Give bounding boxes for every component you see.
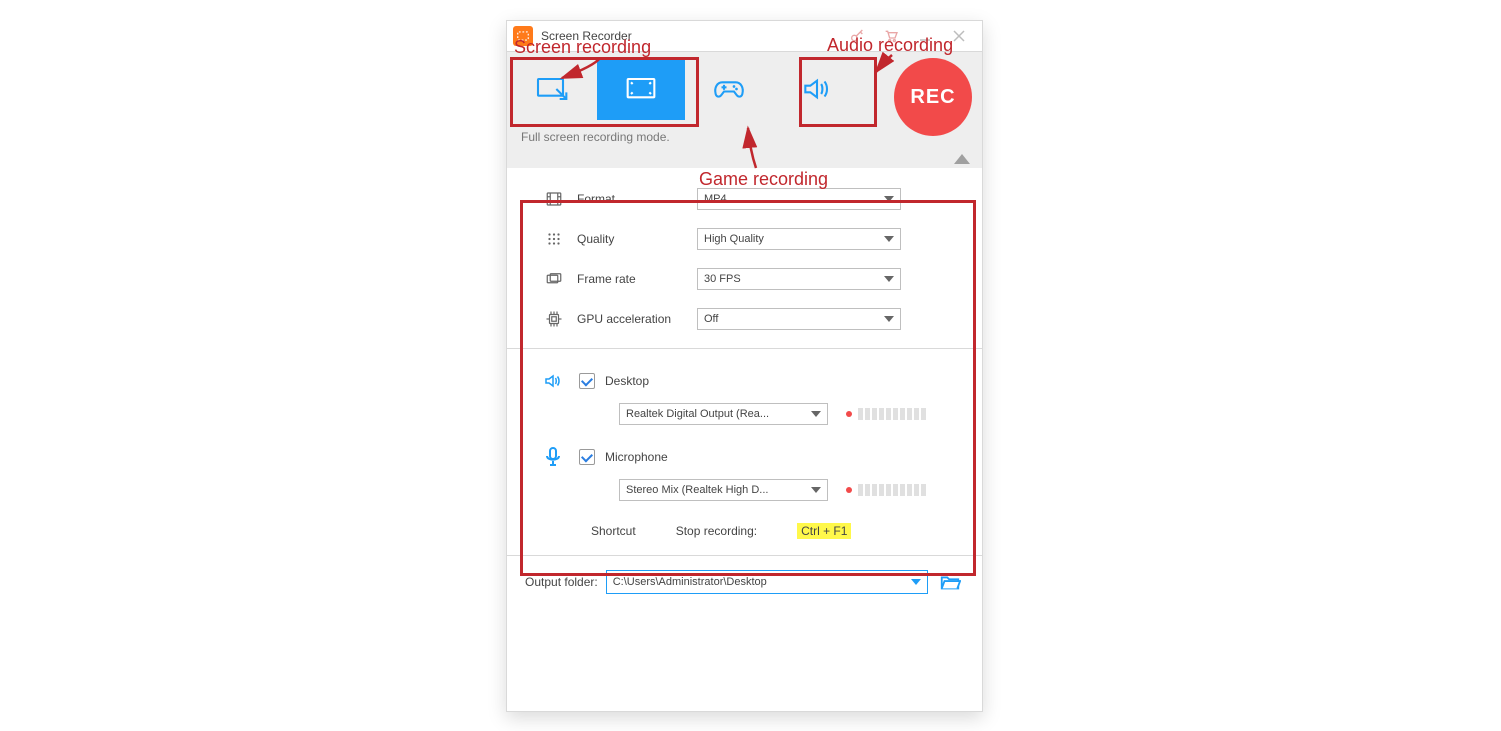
shortcut-title: Shortcut [591,524,636,538]
quality-label: Quality [567,232,697,246]
record-dot-icon [846,487,852,493]
gpu-select-value: Off [704,313,718,325]
app-window: Screen Recorder [506,20,983,712]
row-quality: Quality High Quality [541,228,960,250]
desktop-device-select[interactable]: Realtek Digital Output (Rea... [619,403,828,425]
license-key-icon[interactable] [840,21,874,51]
chevron-down-icon [884,196,894,202]
shortcut-row: Shortcut Stop recording: Ctrl + F1 [541,521,960,555]
format-select-value: MP4 [704,193,727,205]
speaker-icon [541,369,579,393]
fps-label: Frame rate [567,272,697,286]
row-format: Format MP4 [541,188,960,210]
mode-game-button[interactable] [685,58,773,120]
format-label: Format [567,192,697,206]
app-logo-icon [513,26,533,46]
gpu-label: GPU acceleration [567,312,697,326]
output-path-select[interactable]: C:\Users\Administrator\Desktop [606,570,928,594]
format-select[interactable]: MP4 [697,188,901,210]
microphone-label: Microphone [605,450,668,464]
microphone-icon [541,445,579,469]
quality-icon [541,230,567,248]
chevron-down-icon [911,579,921,585]
minimize-button[interactable] [908,21,942,51]
chevron-down-icon [884,316,894,322]
output-path-value: C:\Users\Administrator\Desktop [613,576,767,588]
close-button[interactable] [942,21,976,51]
desktop-checkbox[interactable] [579,373,595,389]
mode-region-button[interactable] [509,58,597,120]
record-dot-icon [846,411,852,417]
shopping-cart-icon[interactable] [874,21,908,51]
shortcut-key[interactable]: Ctrl + F1 [797,523,851,539]
record-button[interactable]: REC [894,58,972,136]
fps-select[interactable]: 30 FPS [697,268,901,290]
mode-audio-button[interactable] [773,58,861,120]
desktop-device-value: Realtek Digital Output (Rea... [626,408,769,420]
chevron-down-icon [884,276,894,282]
collapse-toggle-icon[interactable] [954,154,970,164]
desktop-level-meter [846,408,926,420]
microphone-level-meter [846,484,926,496]
chip-icon [541,310,567,328]
chevron-down-icon [884,236,894,242]
quality-select[interactable]: High Quality [697,228,901,250]
microphone-device-select[interactable]: Stereo Mix (Realtek High D... [619,479,828,501]
audio-desktop-group: Desktop Realtek Digital Output (Rea... [541,369,960,425]
framerate-icon [541,270,567,288]
audio-microphone-group: Microphone Stereo Mix (Realtek High D... [541,445,960,501]
output-footer: Output folder: C:\Users\Administrator\De… [507,555,982,608]
row-gpu: GPU acceleration Off [541,308,960,330]
row-fps: Frame rate 30 FPS [541,268,960,290]
open-folder-button[interactable] [936,571,964,593]
record-button-label: REC [910,86,955,109]
chevron-down-icon [811,487,821,493]
gpu-select[interactable]: Off [697,308,901,330]
mode-toolbar: REC Full screen recording mode. [507,52,982,168]
title-bar: Screen Recorder [507,21,982,52]
microphone-checkbox[interactable] [579,449,595,465]
shortcut-label: Stop recording: [676,524,757,538]
microphone-device-value: Stereo Mix (Realtek High D... [626,484,768,496]
chevron-down-icon [811,411,821,417]
quality-select-value: High Quality [704,233,764,245]
desktop-label: Desktop [605,374,649,388]
mode-fullscreen-button[interactable] [597,58,685,120]
app-title: Screen Recorder [541,29,632,43]
settings-panel: Format MP4 Quality High Quality Frame ra… [507,168,982,555]
divider [507,348,982,349]
output-label: Output folder: [525,575,598,589]
fps-select-value: 30 FPS [704,273,741,285]
film-icon [541,190,567,208]
